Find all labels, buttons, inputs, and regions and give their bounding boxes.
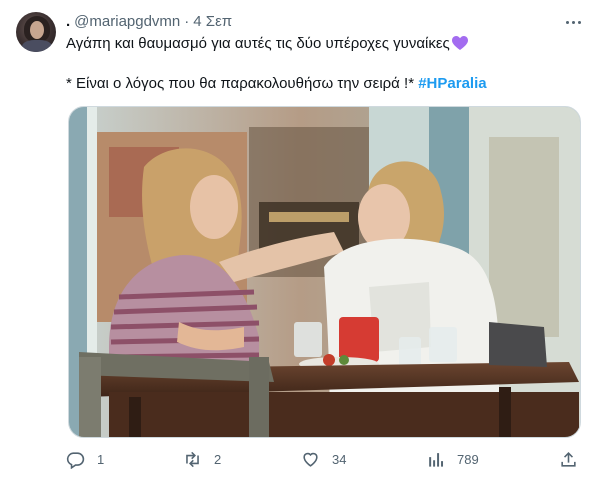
tweet-text: Αγάπη και θαυμασμό για αυτές τις δύο υπέ… (66, 35, 450, 52)
hashtag-link[interactable]: #HParalia (418, 75, 486, 92)
separator-dot: · (184, 13, 190, 30)
views-count: 789 (457, 452, 479, 467)
share-icon (561, 452, 576, 467)
more-icon-dot (577, 20, 581, 24)
author-handle[interactable]: @mariapgdvmn (74, 13, 180, 30)
like-count: 34 (332, 452, 347, 467)
bar-chart-icon (429, 453, 444, 467)
retweet-button[interactable]: 2 (183, 450, 221, 469)
avatar-face (30, 21, 44, 39)
author-display-name[interactable]: . (66, 13, 70, 30)
tweet-text-secondary: * Είναι ο λόγος που θα παρακολουθήσω την… (66, 75, 419, 92)
retweet-count: 2 (214, 452, 222, 467)
more-options-button[interactable] (564, 13, 582, 31)
photo-illustration (69, 107, 580, 437)
tweet-actions-bar: 1 2 34 789 (66, 450, 586, 474)
tweet-text-line-1: Αγάπη και θαυμασμό για αυτές τις δύο υπέ… (66, 34, 468, 54)
like-button[interactable]: 34 (301, 450, 346, 469)
purple-heart-icon (451, 36, 468, 50)
reply-icon (66, 452, 85, 469)
tweet-text-line-2: * Είναι ο λόγος που θα παρακολουθήσω την… (66, 74, 487, 94)
author-avatar[interactable] (16, 12, 56, 52)
tweet-timestamp[interactable]: 4 Σεπ (193, 13, 232, 30)
more-icon-dot (565, 20, 569, 24)
retweet-icon (186, 451, 199, 468)
more-icon-dot (571, 20, 575, 24)
share-button[interactable] (559, 450, 578, 469)
tweet-media-photo[interactable] (68, 106, 581, 438)
heart-icon (303, 452, 318, 467)
reply-button[interactable]: 1 (66, 450, 104, 469)
reply-count: 1 (97, 452, 105, 467)
tweet-header: . @mariapgdvmn · 4 Σεπ (66, 13, 232, 30)
views-button[interactable]: 789 (426, 450, 479, 469)
avatar-shirt (22, 40, 52, 52)
